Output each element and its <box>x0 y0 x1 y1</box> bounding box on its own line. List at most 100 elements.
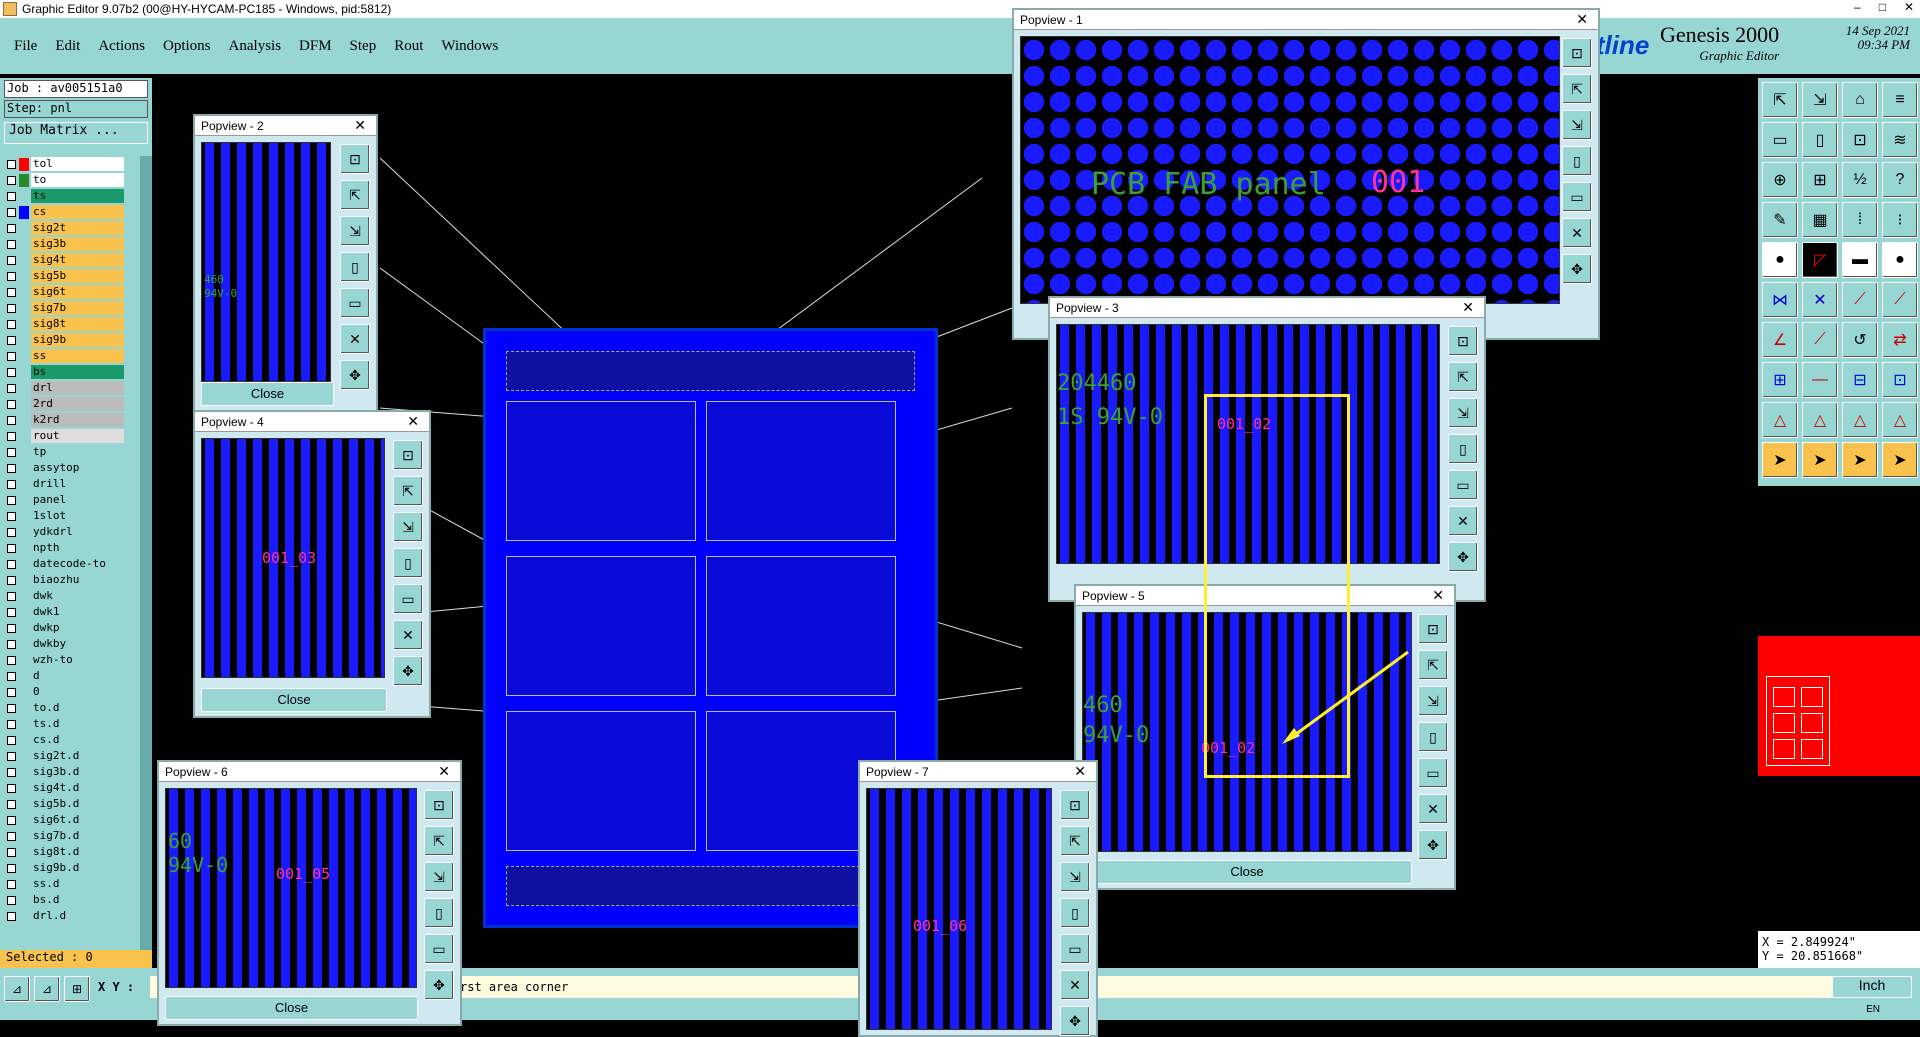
layer-row[interactable]: sig2t.d <box>4 748 124 764</box>
zoom-icon[interactable]: ▭ <box>393 584 423 614</box>
tool-icon[interactable]: △ <box>1882 402 1918 438</box>
zoom-icon[interactable]: ✥ <box>1060 1006 1090 1036</box>
layer-checkbox[interactable] <box>7 239 16 249</box>
tool-icon[interactable]: ⊕ <box>1762 162 1798 198</box>
layer-row[interactable]: dwkby <box>4 636 124 652</box>
zoom-icon[interactable]: ▭ <box>424 934 454 964</box>
layer-row[interactable]: sig3b.d <box>4 764 124 780</box>
layer-checkbox[interactable] <box>7 495 16 505</box>
tool-icon[interactable]: ↺ <box>1842 322 1878 358</box>
layer-row[interactable]: ss <box>4 348 124 364</box>
layer-checkbox[interactable] <box>7 415 16 425</box>
layer-checkbox[interactable] <box>7 639 16 649</box>
menu-analysis[interactable]: Analysis <box>229 38 282 55</box>
layer-row[interactable]: 0 <box>4 684 124 700</box>
layer-checkbox[interactable] <box>7 367 16 377</box>
layer-row[interactable]: biaozhu <box>4 572 124 588</box>
tool-icon[interactable]: ● <box>1762 242 1798 278</box>
zoom-icon[interactable]: ⊡ <box>393 440 423 470</box>
tool-icon[interactable]: ⁝ <box>1882 202 1918 238</box>
layer-row[interactable]: 1slot <box>4 508 124 524</box>
tool-icon[interactable]: △ <box>1762 402 1798 438</box>
pointer-icon[interactable]: ➤ <box>1762 442 1798 478</box>
zoom-icon[interactable]: ✕ <box>1060 970 1090 1000</box>
layer-checkbox[interactable] <box>7 447 16 457</box>
zoom-icon[interactable]: ⇲ <box>393 512 423 542</box>
layer-row[interactable]: k2rd <box>4 412 124 428</box>
zoom-icon[interactable]: ▯ <box>1060 898 1090 928</box>
layer-checkbox[interactable] <box>7 255 16 265</box>
layer-checkbox[interactable] <box>7 431 16 441</box>
popview-view[interactable]: 001_03 <box>201 438 385 678</box>
layer-row[interactable]: sig5b <box>4 268 124 284</box>
tool-icon[interactable]: ⟋ <box>1802 322 1838 358</box>
layer-checkbox[interactable] <box>7 479 16 489</box>
layer-row[interactable]: panel <box>4 492 124 508</box>
panel-overview[interactable] <box>1758 636 1920 776</box>
popview-2[interactable]: Popview - 2 ✕ 460 94V-0 ⊡ ⇱ ⇲ ▯ ▭ ✕ ✥ Close <box>193 114 378 412</box>
popview-1[interactable]: Popview - 1 ✕ PCB FAB panel 001 ⊡ ⇱ ⇲ ▯ ▭ ✕ ✥ <box>1012 8 1600 340</box>
menu-file[interactable]: File <box>14 38 37 55</box>
pointer-icon[interactable]: ➤ <box>1842 442 1878 478</box>
tool-icon[interactable]: ▯ <box>1802 122 1838 158</box>
close-icon[interactable]: ✕ <box>354 117 366 134</box>
layer-scrollbar[interactable] <box>140 156 152 956</box>
layer-row[interactable]: cs <box>4 204 124 220</box>
zoom-icon[interactable]: ▭ <box>1562 182 1592 212</box>
layer-checkbox[interactable] <box>7 351 16 361</box>
tool-icon[interactable]: ⋈ <box>1762 282 1798 318</box>
close-window-button[interactable]: ✕ <box>1904 0 1914 14</box>
home-icon[interactable]: ⌂ <box>1842 82 1878 118</box>
layer-row[interactable]: ydkdrl <box>4 524 124 540</box>
layer-checkbox[interactable] <box>7 879 16 889</box>
zoom-icon[interactable]: ⊡ <box>424 790 454 820</box>
layer-checkbox[interactable] <box>7 831 16 841</box>
layer-checkbox[interactable] <box>7 783 16 793</box>
tool-icon[interactable]: ⊟ <box>1842 362 1878 398</box>
layer-checkbox[interactable] <box>7 559 16 569</box>
layer-checkbox[interactable] <box>7 703 16 713</box>
zoom-icon[interactable]: ✕ <box>1562 218 1592 248</box>
zoom-icon[interactable]: ▭ <box>1060 934 1090 964</box>
layer-row[interactable]: sig7b <box>4 300 124 316</box>
zoom-icon[interactable]: ⊡ <box>340 144 370 174</box>
zoom-icon[interactable]: ✥ <box>1562 254 1592 284</box>
zoom-icon[interactable]: ▯ <box>1448 434 1478 464</box>
zoom-icon[interactable]: ✥ <box>1448 542 1478 572</box>
layer-row[interactable]: d <box>4 668 124 684</box>
mode-icon[interactable]: ⊿ <box>4 976 30 1002</box>
layer-checkbox[interactable] <box>7 287 16 297</box>
layer-row[interactable]: tol <box>4 156 124 172</box>
popview-6[interactable]: Popview - 6 ✕ 60 94V-0 001_05 ⊡ ⇱ ⇲ ▯ ▭ ✥ Clos… <box>157 760 462 1026</box>
tool-icon[interactable]: ∠ <box>1762 322 1798 358</box>
zoom-icon[interactable]: ⊡ <box>1448 326 1478 356</box>
zoom-icon[interactable]: ⇲ <box>1562 110 1592 140</box>
layer-row[interactable]: sig4t <box>4 252 124 268</box>
help-icon[interactable]: ? <box>1882 162 1918 198</box>
zoom-icon[interactable]: ⊡ <box>1060 790 1090 820</box>
zoom-icon[interactable]: ⇱ <box>424 826 454 856</box>
close-icon[interactable]: ✕ <box>1074 763 1086 780</box>
tool-icon[interactable]: ⊞ <box>1762 362 1798 398</box>
layer-checkbox[interactable] <box>7 735 16 745</box>
layer-row[interactable]: dwk1 <box>4 604 124 620</box>
pointer-icon[interactable]: ➤ <box>1882 442 1918 478</box>
zoom-icon[interactable]: ▯ <box>340 252 370 282</box>
tool-icon[interactable]: ▦ <box>1802 202 1838 238</box>
tool-icon[interactable]: ⊞ <box>1802 162 1838 198</box>
layer-row[interactable]: bs <box>4 364 124 380</box>
tool-icon[interactable]: ⟋ <box>1882 282 1918 318</box>
layer-checkbox[interactable] <box>7 303 16 313</box>
layer-row[interactable]: cs.d <box>4 732 124 748</box>
zoom-icon[interactable]: ✥ <box>393 656 423 686</box>
layer-checkbox[interactable] <box>7 543 16 553</box>
layer-checkbox[interactable] <box>7 527 16 537</box>
layer-row[interactable]: sig4t.d <box>4 780 124 796</box>
layer-checkbox[interactable] <box>7 863 16 873</box>
zoom-icon[interactable]: ▯ <box>1418 722 1448 752</box>
layer-row[interactable]: ts <box>4 188 124 204</box>
zoom-icon[interactable]: ⇱ <box>1448 362 1478 392</box>
layer-row[interactable]: tp <box>4 444 124 460</box>
layer-checkbox[interactable] <box>7 207 16 217</box>
layer-checkbox[interactable] <box>7 175 16 185</box>
